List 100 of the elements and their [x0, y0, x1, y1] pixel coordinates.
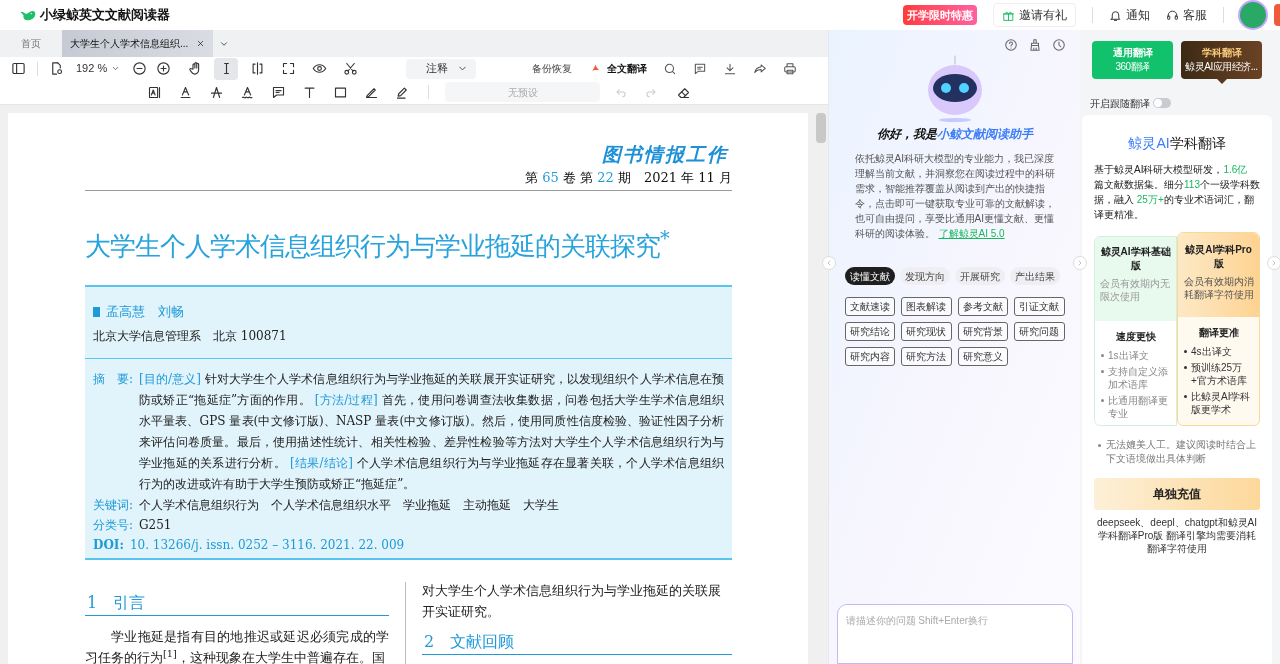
chevron-right-icon — [1076, 259, 1084, 267]
keywords: 个人学术信息组织行为 个人学术信息组织水平 学业拖延 主动拖延 大学生 — [139, 496, 559, 514]
tool-button[interactable] — [214, 57, 239, 80]
engine-button[interactable]: 学科翻译 鲸灵AI应用经济... — [1181, 41, 1262, 79]
plan-note: 会员有效期内消耗翻译字符使用 — [1183, 275, 1254, 301]
avatar[interactable] — [1240, 2, 1266, 28]
feature-title: 速度更快 — [1114, 330, 1157, 344]
prompt-chip[interactable]: 研究内容 — [844, 347, 895, 366]
affiliation: 北京大学信息管理系 北京 100871 — [92, 327, 288, 345]
disclaimer: 无法媲美人工。建议阅读时结合上下文语境做出具体判断 — [1106, 438, 1257, 466]
category-tab[interactable]: 开展研究 — [954, 267, 1005, 285]
bullet-icon — [1184, 395, 1187, 398]
plan-name: 鲸灵AI学科Pro版 — [1184, 243, 1253, 271]
prompt-chip[interactable]: 研究意义 — [957, 347, 1008, 366]
note-icon[interactable] — [271, 84, 286, 100]
prompt-chip[interactable]: 参考文献 — [957, 297, 1008, 316]
headset-icon — [1166, 8, 1179, 22]
bell-icon — [1109, 8, 1122, 22]
keywords-label: 关键词: — [93, 496, 135, 514]
category-tab[interactable]: 发现方向 — [899, 267, 950, 285]
tab[interactable]: 大学生个人学术信息组织... — [62, 30, 214, 57]
abstract-label: 摘 要: — [93, 370, 135, 388]
download-icon[interactable] — [723, 61, 738, 76]
help-icon[interactable] — [1004, 38, 1018, 52]
close-icon[interactable] — [196, 39, 206, 48]
fullscreen-icon — [280, 61, 296, 76]
square-bullet-icon — [93, 306, 100, 317]
print-icon[interactable] — [783, 61, 798, 76]
assistant-intro: 依托鲸灵AI科研大模型的专业能力，我已深度理解当前文献，并洞察您在阅读过程中的科研需求，智能推荐覆盖从阅读到产出的快捷指令，点击即可一键获取专业可靠的文献解读，也可自由提问，享受比通用AI更懂文献、更懂科研的阅读体验。 了解鲸灵AI 5.0 — [854, 152, 1055, 241]
article-title: 大学生个人学术信息组织行为与学业拖延的关联探究$^{*}$ — [85, 231, 671, 261]
broom-icon[interactable] — [1028, 38, 1042, 52]
body-paragraph: 对大学生个人学术信息组织行为与学业拖延的关联展开实证研究。 — [422, 581, 722, 621]
feature-item: 比鲸灵AI学科版更学术 — [1191, 390, 1252, 416]
share-icon[interactable] — [753, 61, 768, 76]
plan-name: 鲸灵AI学科基础版 — [1100, 245, 1171, 273]
text-tool-icon[interactable] — [302, 84, 317, 100]
doi: 10. 13266/j. issn. 0252 – 3116. 2021. 22. 009 — [129, 536, 405, 554]
notification-button[interactable]: 通知 — [1109, 6, 1150, 24]
clock-icon[interactable] — [1052, 38, 1066, 52]
bullet-icon — [1101, 354, 1104, 357]
search-icon[interactable] — [663, 61, 678, 76]
zoom-in-icon[interactable] — [156, 61, 172, 76]
follow-translate-label: 开启跟随翻译 — [1090, 96, 1150, 111]
assistant-greeting: 你好，我是小鲸文献阅读助手 — [876, 126, 1033, 143]
prompt-chip[interactable]: 研究背景 — [957, 322, 1008, 341]
scissors-icon — [342, 61, 358, 76]
body-paragraph: 学业拖延是指有目的地推迟或延迟必须完成的学习任务的行为$^{[1]}$，这种现象在大学生中普遍存在。国 — [85, 627, 389, 664]
zoom-dropdown[interactable]: 192 % — [76, 60, 121, 77]
tab[interactable]: 首页 — [0, 30, 62, 57]
feature-item: 4s出译文 — [1191, 345, 1232, 358]
backup-restore-button[interactable]: 备份恢复 — [532, 61, 573, 76]
split-view-icon — [249, 61, 265, 76]
journal-name: 图书情报工作 — [602, 143, 730, 165]
strikethrough-text-icon[interactable] — [209, 84, 224, 100]
doi-label: DOI: — [93, 536, 124, 554]
underline-text-icon[interactable] — [178, 84, 193, 100]
bullet-icon — [1184, 350, 1187, 353]
page-icon[interactable] — [49, 61, 64, 76]
comment-icon[interactable] — [693, 61, 708, 76]
footnote: deepseek、deepl、chatgpt和鲸灵AI学科翻译Pro版 翻译引擎均需要消耗翻译字符使用 — [1095, 516, 1259, 555]
section-heading: 1 引言 — [85, 591, 389, 616]
preset-field[interactable]: 无预设 — [445, 82, 600, 102]
prompt-chip[interactable]: 研究方法 — [901, 347, 952, 366]
card-description: 基于鲸灵AI科研大模型研发，1.6亿 篇文献数据集。细分113个一级学科数据，融入 25万+的专业术语词汇，翻译更精准。 — [1094, 163, 1260, 222]
prompt-chip[interactable]: 文献速读 — [844, 297, 895, 316]
plan-note: 会员有效期内无限次使用 — [1100, 277, 1171, 303]
category-tab[interactable]: 产出结果 — [1009, 267, 1060, 285]
feature-item: 预训练25万+官方术语库 — [1191, 361, 1248, 387]
prompt-chip[interactable]: 研究结论 — [844, 322, 895, 341]
rectangle-icon[interactable] — [333, 84, 348, 100]
highlight-text-icon[interactable] — [147, 84, 162, 100]
question-input[interactable]: 请描述你的问题 Shift+Enter换行 — [836, 604, 1073, 664]
marker-icon[interactable] — [395, 84, 410, 100]
prompt-chip[interactable]: 引证文献 — [1014, 297, 1065, 316]
zoom-out-icon[interactable] — [132, 61, 148, 76]
sidebar-icon[interactable] — [11, 61, 26, 76]
issue-line: 第 65 卷 第 22 期 2021 年 11 月 — [525, 169, 732, 187]
full-text-translate-button[interactable]: 全文翻译 — [590, 61, 648, 76]
customer-service-button[interactable]: 客服 — [1166, 6, 1207, 24]
feature-item: 1s出译文 — [1108, 349, 1149, 362]
authors: 孟高慧 刘畅 — [106, 303, 184, 321]
card-heading: 鲸灵AI学科翻译 — [1127, 134, 1227, 153]
section-heading: 2 文献回顾 — [422, 630, 732, 655]
bullet-icon — [1101, 399, 1104, 402]
recharge-button[interactable]: 单独充值 — [1094, 478, 1260, 510]
prompt-chip[interactable]: 研究现状 — [901, 322, 952, 341]
annotation-dropdown[interactable]: 注释 — [406, 58, 477, 79]
bullet-icon — [1101, 370, 1104, 373]
scrollbar-thumb[interactable] — [816, 113, 826, 143]
prompt-chip[interactable]: 图表解读 — [901, 297, 952, 316]
bullet-icon — [1098, 444, 1101, 447]
squiggly-text-icon[interactable] — [240, 84, 255, 100]
eye-icon — [311, 61, 327, 76]
invite-button[interactable]: 邀请有礼 — [993, 3, 1076, 27]
toggle-switch[interactable] — [1153, 98, 1171, 108]
feature-item: 比通用翻译更专业 — [1108, 394, 1169, 420]
classification-number: G251 — [139, 516, 172, 534]
category-tab[interactable]: 读懂文献 — [844, 267, 895, 285]
prompt-chip[interactable]: 研究问题 — [1014, 322, 1065, 341]
chevron-right-icon — [1270, 259, 1278, 267]
